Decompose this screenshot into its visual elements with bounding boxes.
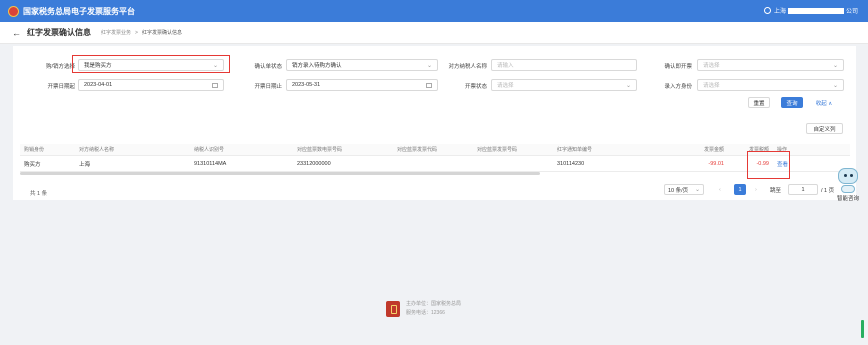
confirm-rejection-select[interactable]: 请选择 ⌄ (697, 59, 844, 71)
cell-identity: 购买方 (24, 161, 41, 168)
top-bar: 国家税务总局电子发票服务平台 上海 公司 (0, 0, 868, 22)
query-button[interactable]: 查询 (781, 97, 803, 108)
date-end-label: 开票日期止 (254, 84, 282, 90)
user-name-suffix: 公司 (845, 9, 858, 15)
buyer-seller-label: 购/销方选择 (45, 64, 75, 70)
custom-columns-button[interactable]: 自定义列 (806, 123, 843, 134)
date-start-value: 2023-04-01 (84, 82, 113, 88)
highlight-box (72, 55, 230, 73)
calendar-icon (212, 82, 218, 88)
cell-tax-id: 91310114MA (194, 160, 227, 167)
entry-identity-label: 录入方身份 (664, 84, 692, 90)
counterparty-name-label: 对方纳税人名称 (448, 64, 487, 70)
cell-name: 上海 (79, 161, 91, 168)
confirm-status-label: 确认单状态 (254, 64, 282, 70)
horizontal-scrollbar[interactable] (20, 172, 540, 175)
col-header-blue-invoice-no: 对应蓝票数电票号码 (297, 147, 343, 153)
total-count: 共 1 条 (30, 191, 48, 197)
collapse-link[interactable]: 收起 ∧ (812, 97, 836, 108)
confirm-status-value: 销方录入待购方确认 (292, 63, 342, 69)
robot-body (841, 185, 855, 193)
confirm-rejection-placeholder: 请选择 (703, 63, 720, 69)
table-row: 购买方 上海 91310114MA 23312000000 310114230 … (20, 156, 850, 172)
cell-amount: -99.01 (708, 160, 724, 167)
page-footer: 主办单位：国家税务总局 服务电话：12366 (386, 300, 461, 318)
breadcrumb-item-current: 红字发票确认信息 (141, 30, 182, 36)
prev-page-icon[interactable]: ‹ (719, 184, 721, 195)
page-title: 红字发票确认信息 (27, 28, 91, 37)
tax-emblem-icon (8, 5, 19, 17)
page-count: / 1 页 (821, 187, 835, 194)
user-name-masked (787, 7, 844, 14)
breadcrumb-bar: ← 红字发票确认信息 红字发票业务 > 红字发票确认信息 (0, 22, 868, 44)
reset-button[interactable]: 重置 (748, 97, 770, 108)
col-header-identity: 购销身份 (24, 147, 45, 153)
cell-red-notice: 310114230 (557, 160, 585, 167)
assistant-widget[interactable]: 智能咨询 (836, 168, 860, 208)
invoice-status-placeholder: 请选择 (497, 83, 514, 89)
next-page-icon[interactable]: › (755, 184, 757, 195)
chevron-down-icon: ⌄ (832, 82, 838, 89)
breadcrumb-separator: > (135, 29, 138, 36)
confirm-rejection-label: 确认即开票 (664, 64, 692, 70)
col-header-amount: 发票金额 (703, 147, 724, 153)
col-header-tax-id: 纳税人识别号 (194, 147, 225, 153)
breadcrumb-item-parent[interactable]: 红字发票业务 (101, 29, 131, 36)
page-size-value: 10 条/页 (668, 187, 689, 194)
date-end-value: 2023-05-31 (292, 82, 321, 88)
highlight-box (747, 151, 790, 179)
calendar-icon (426, 82, 432, 88)
col-header-blue-code: 对应蓝票发票代码 (397, 147, 438, 153)
chevron-down-icon: ⌄ (426, 62, 432, 69)
tax-bureau-logo-icon (386, 301, 400, 317)
robot-icon (838, 168, 858, 184)
jump-input[interactable]: 1 (788, 184, 818, 195)
user-icon (763, 7, 771, 14)
col-header-red-notice: 红字通知单编号 (557, 147, 593, 153)
side-indicator (861, 320, 864, 338)
footer-hotline: 服务电话：12366 (406, 310, 445, 316)
app-title: 国家税务总局电子发票服务平台 (23, 6, 135, 16)
robot-eye (850, 174, 853, 177)
footer-host: 主办单位：国家税务总局 (406, 301, 462, 307)
date-end-picker[interactable]: 2023-05-31 (286, 79, 438, 91)
chevron-down-icon: ⌄ (694, 187, 700, 193)
invoice-status-label: 开票状态 (464, 84, 487, 90)
main-card: 购/销方选择 我是购买方 ⌄ 确认单状态 销方录入待购方确认 ⌄ 对方纳税人名称… (13, 46, 856, 200)
confirm-status-select[interactable]: 销方录入待购方确认 ⌄ (286, 59, 438, 71)
date-start-picker[interactable]: 2023-04-01 (78, 79, 224, 91)
col-header-blue-number: 对应蓝票发票号码 (477, 147, 518, 153)
results-table: 购销身份 对方纳税人名称 纳税人识别号 对应蓝票数电票号码 对应蓝票发票代码 对… (20, 144, 850, 172)
back-arrow-icon[interactable]: ← (12, 28, 21, 38)
user-name-prefix: 上海 (773, 9, 786, 15)
col-header-name: 对方纳税人名称 (79, 147, 115, 153)
jump-label: 跳至 (770, 187, 782, 194)
robot-eye (844, 174, 847, 177)
assistant-label: 智能咨询 (836, 196, 859, 202)
counterparty-name-input[interactable]: 请输入 (491, 59, 637, 71)
date-start-label: 开票日期起 (47, 84, 75, 90)
page-current[interactable]: 1 (734, 184, 746, 195)
counterparty-name-placeholder: 请输入 (497, 63, 514, 69)
chevron-down-icon: ⌄ (625, 82, 631, 89)
page-size-select[interactable]: 10 条/页 ⌄ (664, 184, 704, 195)
user-menu[interactable]: 上海 公司 (763, 6, 858, 15)
cell-blue-invoice-no: 23312000000 (297, 160, 331, 167)
entry-identity-select[interactable]: 请选择 ⌄ (697, 79, 844, 91)
entry-identity-placeholder: 请选择 (703, 83, 720, 89)
chevron-down-icon: ⌄ (832, 62, 838, 69)
invoice-status-select[interactable]: 请选择 ⌄ (491, 79, 637, 91)
table-header: 购销身份 对方纳税人名称 纳税人识别号 对应蓝票数电票号码 对应蓝票发票代码 对… (20, 144, 850, 156)
